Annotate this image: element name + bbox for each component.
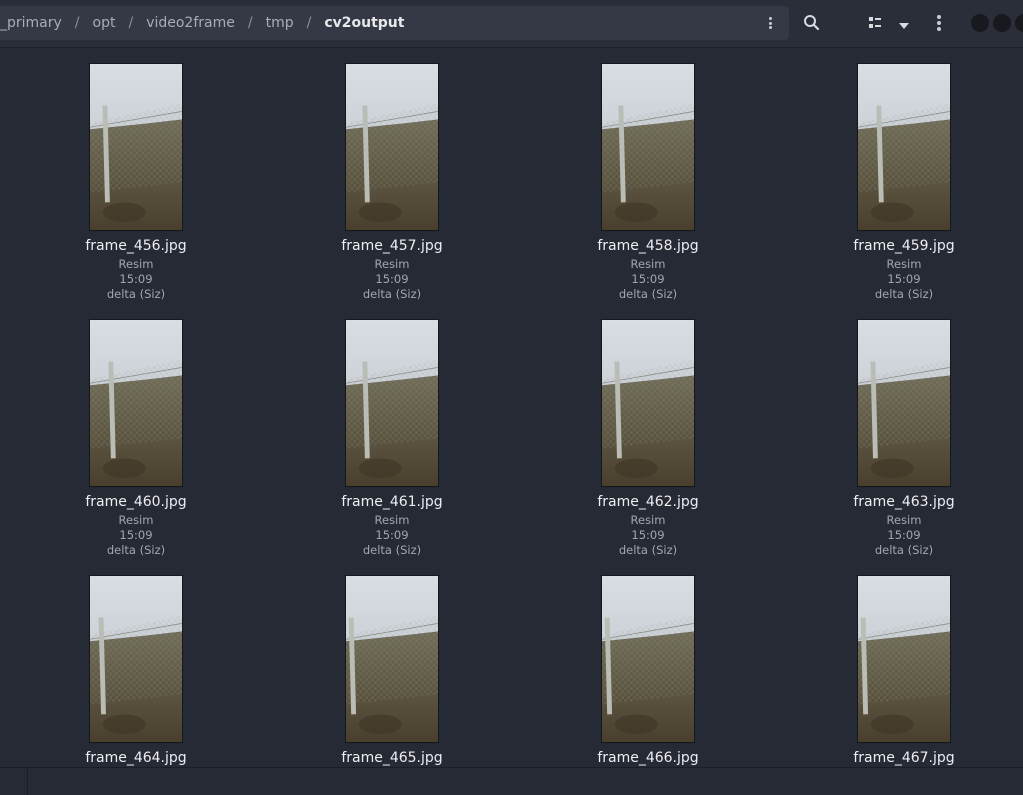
dot: [768, 26, 772, 29]
dot: [937, 21, 941, 25]
file-type: Resim: [630, 513, 666, 527]
image-thumbnail: [857, 575, 951, 743]
breadcrumb-separator: /: [247, 15, 253, 31]
breadcrumb-opt[interactable]: opt: [93, 15, 116, 31]
file-time: 15:09: [631, 272, 665, 286]
file-type: Resim: [886, 513, 922, 527]
file-name: frame_467.jpg: [853, 750, 955, 766]
search-button[interactable]: [801, 12, 823, 34]
search-icon: [804, 15, 820, 31]
close-button[interactable]: [1015, 14, 1023, 32]
file-details: Resim 15:09 delta (Siz): [312, 513, 472, 558]
image-thumbnail: [857, 63, 951, 231]
file-name: frame_466.jpg: [597, 750, 699, 766]
file-name: frame_464.jpg: [85, 750, 187, 766]
file-type: Resim: [374, 513, 410, 527]
file-item[interactable]: frame_467.jpg: [824, 575, 984, 767]
minimize-button[interactable]: [971, 14, 989, 32]
list-view-icon: [869, 17, 881, 28]
file-details: Resim 15:09 delta (Siz): [312, 257, 472, 302]
file-item[interactable]: frame_464.jpg: [56, 575, 216, 767]
vertical-dots-icon: [937, 15, 941, 19]
image-thumbnail: [601, 575, 695, 743]
file-name: frame_457.jpg: [341, 238, 443, 254]
file-name: frame_459.jpg: [853, 238, 955, 254]
file-name: frame_462.jpg: [597, 494, 699, 510]
file-item[interactable]: frame_458.jpg Resim 15:09 delta (Siz): [568, 63, 728, 303]
path-menu-button[interactable]: [763, 15, 777, 31]
image-thumbnail: [601, 319, 695, 487]
file-item[interactable]: frame_457.jpg Resim 15:09 delta (Siz): [312, 63, 472, 303]
dot: [937, 27, 941, 31]
file-owner: delta (Siz): [362, 543, 422, 557]
file-grid: frame_456.jpg Resim 15:09 delta (Siz) frame_…: [0, 48, 1023, 767]
file-details: Resim 15:09 delta (Siz): [56, 513, 216, 558]
image-thumbnail: [89, 575, 183, 743]
file-owner: delta (Siz): [874, 543, 934, 557]
file-item[interactable]: frame_465.jpg: [312, 575, 472, 767]
image-thumbnail: [857, 319, 951, 487]
breadcrumb-video2frame[interactable]: video2frame: [146, 15, 235, 31]
file-owner: delta (Siz): [106, 287, 166, 301]
breadcrumb-separator: /: [74, 15, 80, 31]
breadcrumb-separator: /: [128, 15, 134, 31]
file-details: Resim 15:09 delta (Siz): [568, 513, 728, 558]
maximize-button[interactable]: [993, 14, 1011, 32]
image-thumbnail: [89, 319, 183, 487]
file-owner: delta (Siz): [874, 287, 934, 301]
file-type: Resim: [886, 257, 922, 271]
view-options-dropdown[interactable]: [897, 17, 911, 29]
file-details: Resim 15:09 delta (Siz): [56, 257, 216, 302]
breadcrumb-tmp[interactable]: tmp: [266, 15, 294, 31]
file-time: 15:09: [119, 528, 153, 542]
file-type: Resim: [630, 257, 666, 271]
file-name: frame_456.jpg: [85, 238, 187, 254]
path-bar: _primary / opt / video2frame / tmp / cv2…: [0, 6, 789, 40]
breadcrumb-cv2output[interactable]: cv2output: [324, 15, 404, 31]
image-thumbnail: [345, 63, 439, 231]
file-name: frame_460.jpg: [85, 494, 187, 510]
file-time: 15:09: [887, 272, 921, 286]
file-item[interactable]: frame_461.jpg Resim 15:09 delta (Siz): [312, 319, 472, 559]
file-item[interactable]: frame_460.jpg Resim 15:09 delta (Siz): [56, 319, 216, 559]
header-bar: _primary / opt / video2frame / tmp / cv2…: [0, 0, 1023, 48]
view-toggle-button[interactable]: [866, 14, 884, 32]
file-item[interactable]: frame_462.jpg Resim 15:09 delta (Siz): [568, 319, 728, 559]
file-details: Resim 15:09 delta (Siz): [824, 513, 984, 558]
file-time: 15:09: [119, 272, 153, 286]
file-item[interactable]: frame_459.jpg Resim 15:09 delta (Siz): [824, 63, 984, 303]
file-type: Resim: [118, 257, 154, 271]
file-owner: delta (Siz): [362, 287, 422, 301]
file-time: 15:09: [375, 528, 409, 542]
file-details: Resim 15:09 delta (Siz): [824, 257, 984, 302]
image-thumbnail: [601, 63, 695, 231]
file-item[interactable]: frame_456.jpg Resim 15:09 delta (Siz): [56, 63, 216, 303]
status-bar: [0, 767, 1023, 795]
file-type: Resim: [374, 257, 410, 271]
file-owner: delta (Siz): [106, 543, 166, 557]
image-thumbnail: [345, 319, 439, 487]
file-name: frame_461.jpg: [341, 494, 443, 510]
file-time: 15:09: [887, 528, 921, 542]
file-type: Resim: [118, 513, 154, 527]
image-thumbnail: [89, 63, 183, 231]
file-time: 15:09: [375, 272, 409, 286]
file-name: frame_458.jpg: [597, 238, 699, 254]
breadcrumb-separator: /: [306, 15, 312, 31]
breadcrumb-primary[interactable]: _primary: [0, 15, 62, 31]
file-owner: delta (Siz): [618, 543, 678, 557]
file-time: 15:09: [631, 528, 665, 542]
image-thumbnail: [345, 575, 439, 743]
file-item[interactable]: frame_466.jpg: [568, 575, 728, 767]
status-divider: [27, 768, 28, 795]
vertical-dots-icon: [768, 17, 772, 20]
file-owner: delta (Siz): [618, 287, 678, 301]
main-menu-button[interactable]: [934, 13, 944, 33]
file-name: frame_463.jpg: [853, 494, 955, 510]
file-details: Resim 15:09 delta (Siz): [568, 257, 728, 302]
file-item[interactable]: frame_463.jpg Resim 15:09 delta (Siz): [824, 319, 984, 559]
file-name: frame_465.jpg: [341, 750, 443, 766]
dot: [768, 21, 772, 25]
chevron-down-icon: [899, 23, 909, 29]
